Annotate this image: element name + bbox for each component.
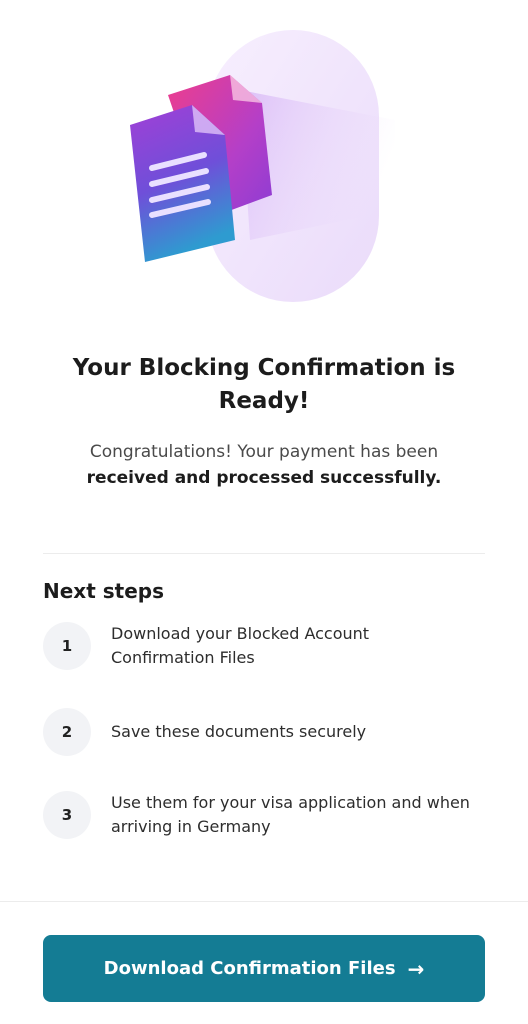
- step-text: Download your Blocked Account Confirmati…: [111, 624, 370, 667]
- step-number-badge: 3: [43, 791, 91, 839]
- success-message: Congratulations! Your payment has been r…: [40, 439, 488, 491]
- step-item: 3 Use them for your visa application and…: [43, 791, 493, 839]
- step-item: 1 Download your Blocked Account Confirma…: [43, 622, 493, 670]
- page-title: Your Blocking Confirmation is Ready!: [72, 355, 456, 414]
- success-message-line2: received and processed successfully.: [86, 468, 442, 488]
- step-number-badge: 2: [43, 708, 91, 756]
- arrow-right-icon: →: [407, 956, 425, 981]
- confirmation-screen: Your Blocking Confirmation is Ready! Con…: [0, 0, 528, 1024]
- footer-divider: [0, 901, 528, 902]
- step-number-badge: 1: [43, 622, 91, 670]
- step-text: Save these documents securely: [111, 722, 367, 741]
- documents-illustration: [130, 30, 395, 302]
- next-steps-heading: Next steps: [43, 579, 164, 603]
- download-button-label: Download Confirmation Files: [103, 958, 396, 979]
- section-divider: [43, 553, 485, 554]
- step-item: 2 Save these documents securely: [43, 708, 493, 756]
- download-confirmation-files-button[interactable]: Download Confirmation Files →: [43, 935, 485, 1002]
- success-message-line1: Congratulations! Your payment has been: [89, 442, 439, 462]
- step-text: Use them for your visa application and w…: [111, 793, 470, 836]
